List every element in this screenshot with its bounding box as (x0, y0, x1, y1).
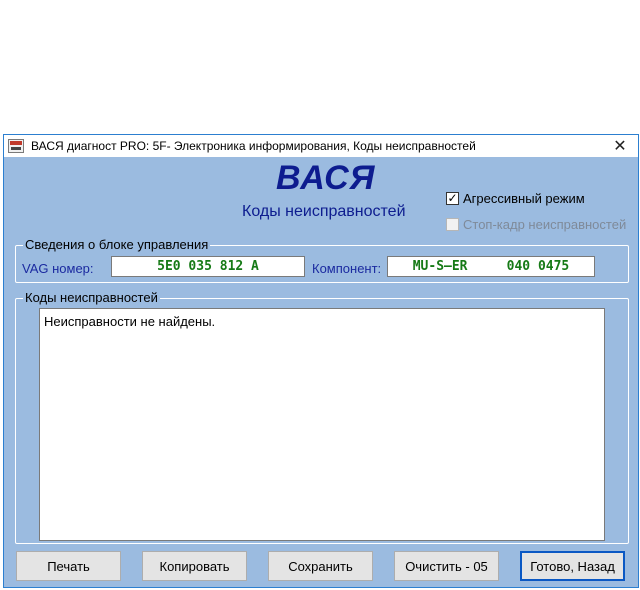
app-icon[interactable] (8, 139, 24, 153)
title-bar[interactable]: ВАСЯ диагност PRO: 5F- Электроника инфор… (4, 135, 638, 157)
freeze-frame-checkbox[interactable]: Стоп-кадр неисправностей (446, 217, 626, 232)
save-button[interactable]: Сохранить (268, 551, 373, 581)
brand-logo-text: ВАСЯ (276, 159, 376, 197)
fault-codes-text: Неисправности не найдены. (44, 314, 216, 329)
aggressive-mode-check-icon[interactable]: ✓ (446, 192, 459, 205)
copy-button[interactable]: Копировать (142, 551, 247, 581)
print-button[interactable]: Печать (16, 551, 121, 581)
done-back-button[interactable]: Готово, Назад (520, 551, 625, 581)
fault-codes-textarea[interactable]: Неисправности не найдены. (39, 308, 605, 541)
aggressive-mode-label[interactable]: Агрессивный режим (463, 191, 585, 206)
vag-number-label: VAG номер: (22, 261, 94, 276)
freeze-frame-check-icon[interactable] (446, 218, 459, 231)
component-field[interactable]: MU-S—ER 040 0475 (387, 256, 595, 277)
page-subtitle: Коды неисправностей (242, 203, 406, 220)
vag-number-field[interactable]: 5E0 035 812 A (111, 256, 305, 277)
freeze-frame-label[interactable]: Стоп-кадр неисправностей (463, 217, 626, 232)
aggressive-mode-checkbox[interactable]: ✓ Агрессивный режим (446, 191, 585, 206)
clear-button[interactable]: Очистить - 05 (394, 551, 499, 581)
close-icon[interactable]: ✕ (602, 135, 638, 157)
window-title: ВАСЯ диагност PRO: 5F- Электроника инфор… (31, 139, 476, 153)
component-label: Компонент: (312, 261, 382, 276)
main-window: ВАСЯ диагност PRO: 5F- Электроника инфор… (3, 134, 639, 588)
fault-codes-legend: Коды неисправностей (23, 290, 160, 305)
control-unit-legend: Сведения о блоке управления (23, 237, 211, 252)
